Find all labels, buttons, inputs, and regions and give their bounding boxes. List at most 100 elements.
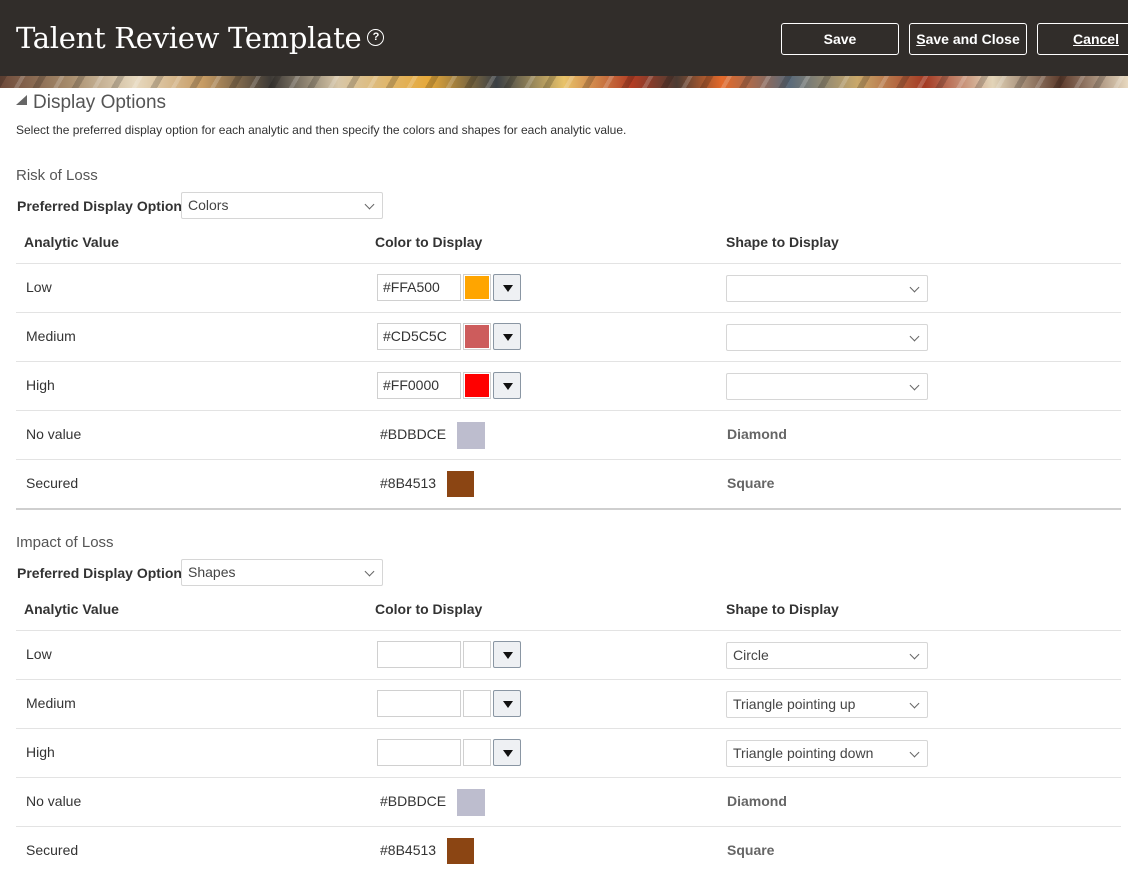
analytic-value-label: No value: [26, 793, 82, 809]
row-divider: [16, 459, 1121, 460]
color-picker-button[interactable]: [493, 690, 521, 717]
row-divider: [16, 679, 1121, 680]
analytic-value-label: Medium: [26, 695, 76, 711]
column-header-shape: Shape to Display: [726, 601, 839, 617]
chevron-down-icon: [909, 380, 920, 391]
chevron-down-icon: [364, 566, 375, 577]
color-swatch: [447, 838, 474, 864]
shape-value-text: Square: [727, 475, 775, 491]
row-divider: [16, 777, 1121, 778]
color-picker-button[interactable]: [493, 274, 521, 301]
color-swatch: [457, 789, 485, 816]
page-header: Talent Review Template? Save Save and Cl…: [0, 0, 1128, 76]
chevron-down-icon: [909, 331, 920, 342]
page-title: Talent Review Template: [16, 21, 362, 55]
help-icon[interactable]: ?: [367, 28, 385, 46]
color-input[interactable]: [377, 690, 461, 717]
color-picker-button[interactable]: [493, 739, 521, 766]
preferred-display-value: Colors: [188, 197, 229, 213]
color-swatch[interactable]: [463, 372, 491, 399]
shape-value-text: Diamond: [727, 426, 787, 442]
preferred-display-select[interactable]: Colors: [181, 192, 383, 219]
row-divider: [16, 826, 1121, 827]
cancel-label: ancel: [1083, 31, 1119, 47]
chevron-down-icon: [909, 649, 920, 660]
save-button-label: Save: [823, 31, 857, 47]
row-divider: [16, 361, 1121, 362]
shape-select[interactable]: [726, 275, 928, 302]
analytic-value-label: Low: [26, 279, 52, 295]
chevron-down-icon: [909, 282, 920, 293]
color-picker-button[interactable]: [493, 372, 521, 399]
preferred-display-value: Shapes: [188, 564, 236, 580]
color-input[interactable]: [377, 739, 461, 766]
row-divider: [16, 263, 1121, 264]
save-and-close-mnemonic: S: [916, 31, 926, 47]
color-swatch: [447, 471, 474, 497]
analytic-value-label: Secured: [26, 475, 79, 491]
column-header-shape: Shape to Display: [726, 234, 839, 250]
shape-select[interactable]: [726, 373, 928, 400]
color-value-text: #8B4513: [380, 475, 437, 491]
save-and-close-button[interactable]: Save and Close: [909, 23, 1027, 55]
row-divider: [16, 728, 1121, 729]
collapse-triangle-icon[interactable]: [16, 95, 27, 105]
color-swatch[interactable]: [463, 641, 491, 668]
group-title: Risk of Loss: [16, 167, 98, 184]
color-input[interactable]: #CD5C5C: [377, 323, 461, 350]
color-swatch[interactable]: [463, 274, 491, 301]
color-input[interactable]: [377, 641, 461, 668]
instructions-text: Select the preferred display option for …: [16, 123, 627, 137]
shape-select[interactable]: Triangle pointing down: [726, 740, 928, 767]
color-swatch-fill: [465, 325, 489, 348]
column-header-analytic-value: Analytic Value: [24, 601, 119, 617]
color-value-text: #BDBDCE: [380, 793, 447, 809]
color-swatch-fill: [465, 374, 489, 397]
shape-select[interactable]: Triangle pointing up: [726, 691, 928, 718]
column-header-color: Color to Display: [375, 234, 483, 250]
row-divider: [16, 312, 1121, 313]
shape-select-value: Triangle pointing up: [733, 696, 856, 712]
section-title: Display Options: [33, 92, 167, 113]
preferred-display-label: Preferred Display Option: [17, 565, 182, 581]
column-header-color: Color to Display: [375, 601, 483, 617]
color-swatch: [457, 422, 485, 449]
analytic-value-label: No value: [26, 426, 82, 442]
group-title: Impact of Loss: [16, 534, 114, 551]
color-swatch-fill: [465, 276, 489, 299]
color-input[interactable]: #FF0000: [377, 372, 461, 399]
chevron-down-icon: [364, 199, 375, 210]
save-button[interactable]: Save: [781, 23, 899, 55]
analytic-value-label: High: [26, 744, 55, 760]
analytic-value-label: Secured: [26, 842, 79, 858]
row-divider: [16, 410, 1121, 411]
preferred-display-label: Preferred Display Option: [17, 198, 182, 214]
group-divider: [16, 508, 1121, 510]
shape-select-value: Circle: [733, 647, 769, 663]
cancel-button[interactable]: Cancel: [1037, 23, 1128, 55]
chevron-down-icon: [909, 698, 920, 709]
color-picker-button[interactable]: [493, 323, 521, 350]
save-and-close-label: ave and Close: [925, 31, 1020, 47]
color-value-text: #BDBDCE: [380, 426, 447, 442]
color-value-text: #8B4513: [380, 842, 437, 858]
analytic-value-label: Low: [26, 646, 52, 662]
page-title-wrap: Talent Review Template?: [16, 21, 385, 55]
shape-value-text: Square: [727, 842, 775, 858]
color-swatch[interactable]: [463, 323, 491, 350]
shape-select[interactable]: Circle: [726, 642, 928, 669]
cancel-mnemonic: C: [1073, 31, 1084, 47]
shape-select-value: Triangle pointing down: [733, 745, 874, 761]
preferred-display-select[interactable]: Shapes: [181, 559, 383, 586]
analytic-value-label: Medium: [26, 328, 76, 344]
color-input[interactable]: #FFA500: [377, 274, 461, 301]
display-options-header[interactable]: Display Options: [16, 92, 166, 114]
shape-value-text: Diamond: [727, 793, 787, 809]
color-swatch[interactable]: [463, 690, 491, 717]
color-picker-button[interactable]: [493, 641, 521, 668]
column-header-analytic-value: Analytic Value: [24, 234, 119, 250]
chevron-down-icon: [909, 747, 920, 758]
analytic-value-label: High: [26, 377, 55, 393]
color-swatch[interactable]: [463, 739, 491, 766]
shape-select[interactable]: [726, 324, 928, 351]
